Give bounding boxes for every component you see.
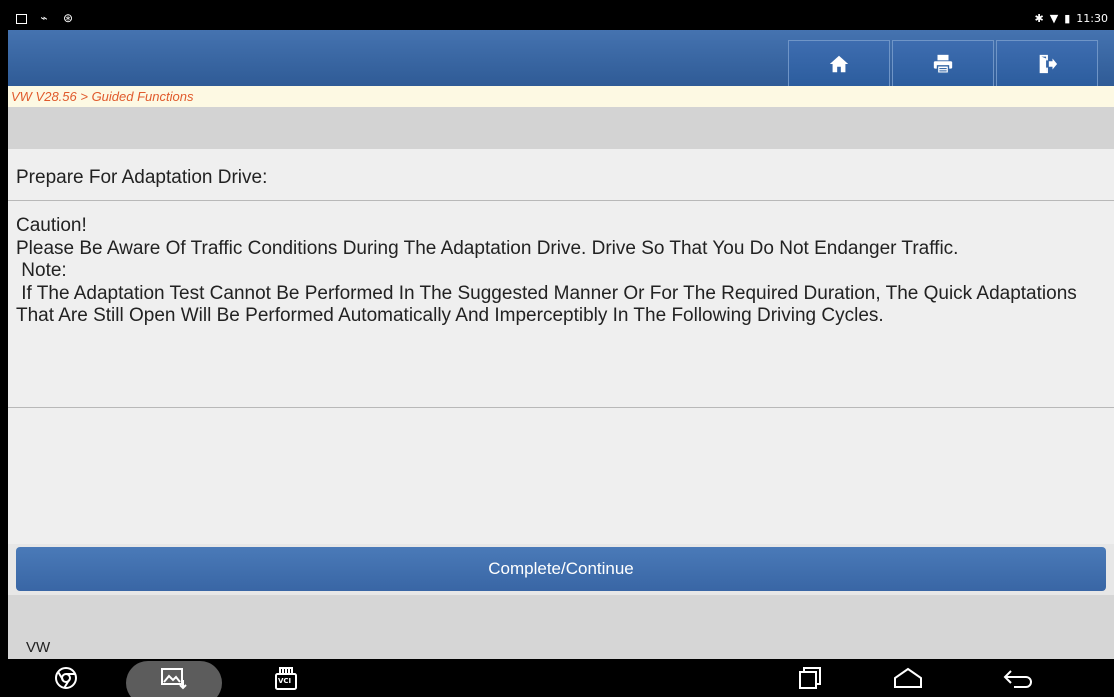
exit-button[interactable]	[996, 40, 1098, 86]
home-button[interactable]	[788, 40, 890, 86]
footer-bar: VW	[8, 595, 1114, 659]
chrome-app-button[interactable]	[46, 659, 86, 697]
wifi-icon: ▼	[1049, 12, 1059, 25]
title-bar	[8, 30, 1114, 86]
printer-icon	[933, 54, 953, 74]
home-icon	[829, 55, 849, 72]
vci-label: VCI	[278, 677, 292, 685]
exit-icon	[1039, 54, 1058, 73]
page-title: Prepare For Adaptation Drive:	[8, 149, 1114, 201]
back-arrow-icon	[1003, 670, 1032, 688]
home-nav-button[interactable]	[888, 659, 928, 697]
home-outline-icon	[894, 667, 922, 688]
print-button[interactable]	[892, 40, 994, 86]
vehicle-brand-label: VW	[26, 639, 51, 656]
image-gallery-icon	[161, 668, 187, 690]
screenshot-app-button[interactable]	[152, 659, 196, 697]
gallery-notification-icon	[16, 14, 27, 24]
battery-icon: ▮	[1064, 12, 1071, 25]
clock: 11:30	[1076, 12, 1108, 25]
recent-apps-button[interactable]	[790, 659, 830, 697]
instruction-message: Caution! Please Be Aware Of Traffic Cond…	[8, 201, 1114, 408]
complete-continue-button[interactable]: Complete/Continue	[16, 547, 1106, 591]
breadcrumb: VW V28.56 > Guided Functions	[8, 86, 1114, 107]
recent-apps-icon	[799, 667, 821, 689]
navigation-bar: VCI	[8, 659, 1114, 697]
spacer-bar	[8, 107, 1114, 149]
status-bar: ⌁ ⊛ ✱ ▼ ▮ 11:30	[8, 8, 1114, 30]
app-screen: ⌁ ⊛ ✱ ▼ ▮ 11:30 VW V28.56 > Guided Funct…	[8, 8, 1114, 697]
chrome-icon	[55, 667, 77, 689]
bluetooth-icon: ✱	[1034, 12, 1044, 25]
bluetooth-notification-icon: ⊛	[62, 11, 74, 25]
usb-debug-icon: ⌁	[40, 11, 48, 25]
content-panel: Prepare For Adaptation Drive: Caution! P…	[8, 149, 1114, 544]
back-button[interactable]	[998, 659, 1038, 697]
vci-app-button[interactable]: VCI	[266, 659, 306, 697]
